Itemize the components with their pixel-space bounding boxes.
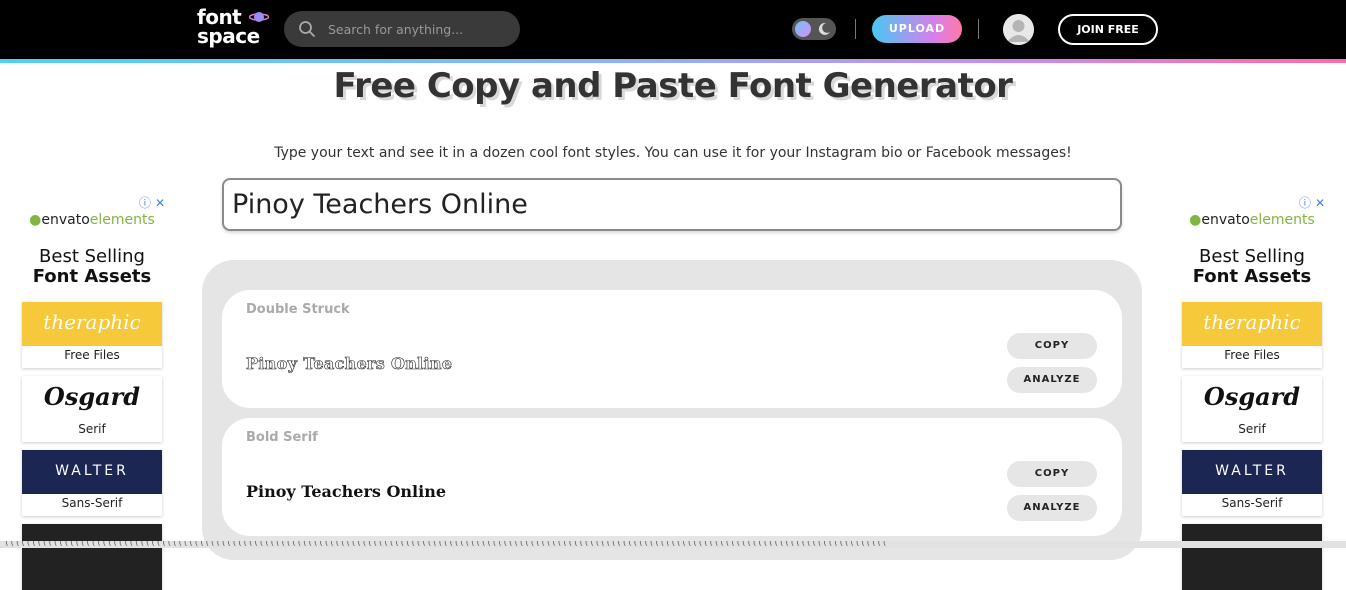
info-icon[interactable]: ⓘ [1299,196,1311,210]
ad-tile[interactable]: Osgard Serif [1182,376,1322,442]
generator-text-input[interactable] [222,178,1122,231]
font-result-card: Bold Serif Pinoy Teachers Online COPY AN… [222,418,1122,536]
ad-heading-line-2: Font Assets [32,266,152,287]
user-icon [1003,14,1034,45]
tile-art-blackletter: Osgard [1182,376,1322,420]
brand-part-2: elements [89,212,155,228]
tile-art-script: theraphic [1182,302,1322,346]
font-style-name: Bold Serif [246,430,318,445]
results-panel: Double Struck Pinoy Teachers Online COPY… [202,260,1142,560]
ad-tile[interactable] [1182,524,1322,590]
ad-tile[interactable]: WALTER Sans-Serif [22,450,162,516]
logo-line-2: space [197,24,260,48]
ad-right[interactable]: ⓘ ✕ ●envatoelements Best Selling Font Ass… [1177,194,1327,590]
accent-stripe [0,59,1346,63]
ad-tile[interactable]: Osgard Serif [22,376,162,442]
ad-tile[interactable]: theraphic Free Files [22,302,162,368]
join-free-button[interactable]: JOIN FREE [1058,14,1158,45]
navbar-divider [978,19,979,39]
analyze-button[interactable]: ANALYZE [1007,495,1097,521]
leaf-icon: ● [1189,212,1202,228]
tile-label: Serif [78,422,106,436]
copy-button[interactable]: COPY [1007,333,1097,359]
envato-logo: ●envatoelements [1177,212,1327,228]
upload-button[interactable]: UPLOAD [872,15,962,43]
ad-controls: ⓘ ✕ [135,194,165,211]
tile-art-script: theraphic [22,302,162,346]
leaf-icon: ● [29,212,42,228]
copy-button[interactable]: COPY [1007,461,1097,487]
close-icon[interactable]: ✕ [155,196,165,210]
tile-label: Sans-Serif [61,496,123,510]
ad-left[interactable]: ⓘ ✕ ●envatoelements Best Selling Font Ass… [17,194,167,590]
search-icon[interactable] [298,20,316,38]
moon-icon [818,22,830,35]
brand-part-2: elements [1249,212,1315,228]
planet-icon [249,12,269,22]
page-title: Free Copy and Paste Font Generator [333,66,1013,106]
tile-label: Sans-Serif [1221,496,1283,510]
ad-heading-line-1: Best Selling [39,246,145,267]
tile-art-text: WALTER [1215,463,1289,479]
tile-art-blackletter: Osgard [22,376,162,420]
tile-art-text: WALTER [55,463,129,479]
status-url-text: ((((((((((((((((((((((((((((((((((((((((… [4,541,888,548]
top-navbar: font space UPLOAD JOIN FREE [0,0,1346,59]
tile-label: Free Files [64,348,120,362]
fontspace-logo[interactable]: font space [197,7,272,50]
status-bar: ((((((((((((((((((((((((((((((((((((((((… [0,541,1346,548]
font-style-name: Double Struck [246,302,350,317]
tile-label: Free Files [1224,348,1280,362]
ad-tile[interactable]: WALTER Sans-Serif [1182,450,1322,516]
tile-art-text: Osgard [1203,382,1301,411]
avatar[interactable] [1003,14,1034,45]
ad-tile[interactable] [22,524,162,590]
envato-logo: ●envatoelements [17,212,167,228]
tile-art-text: theraphic [1203,310,1301,334]
analyze-button[interactable]: ANALYZE [1007,367,1097,393]
brand-part-1: envato [1201,212,1250,228]
navbar-divider [855,19,856,39]
page-subtitle: Type your text and see it in a dozen coo… [274,145,1072,161]
tile-art-sans: WALTER [22,450,162,494]
ad-tile[interactable]: theraphic Free Files [1182,302,1322,368]
tile-art-sans: WALTER [1182,450,1322,494]
font-preview-text[interactable]: Pinoy Teachers Online [246,354,453,374]
font-preview-text[interactable]: Pinoy Teachers Online [246,482,446,501]
font-result-card: Double Struck Pinoy Teachers Online COPY… [222,290,1122,408]
ad-heading-line-1: Best Selling [1199,246,1305,267]
toggle-knob [795,21,811,37]
tile-label: Serif [1238,422,1266,436]
tile-art-text: Osgard [43,382,141,411]
close-icon[interactable]: ✕ [1315,196,1325,210]
ad-heading-line-2: Font Assets [1192,266,1312,287]
search-input[interactable] [328,11,508,47]
dark-mode-toggle[interactable] [792,18,836,40]
brand-part-1: envato [41,212,90,228]
ad-controls: ⓘ ✕ [1295,194,1325,211]
search-box [284,11,520,47]
tile-art-text: theraphic [43,310,141,334]
info-icon[interactable]: ⓘ [139,196,151,210]
